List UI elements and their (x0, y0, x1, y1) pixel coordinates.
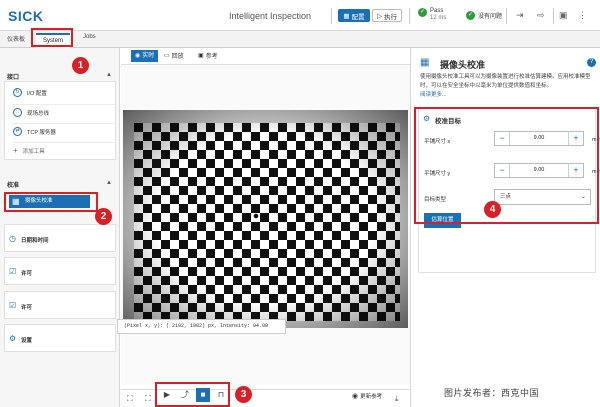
step-badge-4: 4 (484, 201, 501, 218)
sidebar-item-settings[interactable]: ⚙ 设置 (4, 324, 116, 352)
plus-icon: + (13, 146, 18, 155)
panel-description: 使用摄像头校准工具可以为摄像装置进行校准估算建模。应用校准模型时，可以在安全坐标… (420, 73, 598, 100)
calibration-section-title: 校准 (7, 183, 20, 189)
sidebar-item-datetime[interactable]: ◷ 日期和时间 (4, 224, 116, 252)
download-icon[interactable]: ⤓ (395, 393, 399, 404)
target-dot (298, 231, 304, 237)
sidebar-item-license-2[interactable]: ☑ 许可 (4, 291, 116, 319)
checkerboard-svg (123, 110, 408, 328)
run-button[interactable]: ▷ 执行 (372, 9, 402, 22)
step-badge-1: 1 (72, 57, 89, 74)
divider (409, 8, 410, 24)
read-more-link[interactable]: 阅读更多... (420, 92, 447, 98)
viewer-canvas[interactable] (121, 65, 410, 385)
logout-icon[interactable]: ⇨ (537, 11, 545, 20)
run-label: 执行 (384, 13, 397, 21)
interface-panel: ↻ I/O 配置 ∷ 现场总线 ⇄ TCP 服务器 + 添加工具 (4, 81, 117, 160)
checkerboard-image[interactable] (123, 110, 408, 328)
sidebar-item-label: 日期和时间 (21, 238, 49, 244)
tab-playback-label: 回放 (171, 54, 184, 60)
interface-section-title: 接口 (7, 75, 20, 81)
description-text: 使用摄像头校准工具可以为摄像装置进行校准估算建模。应用校准模型时，可以在安全坐标… (420, 74, 591, 89)
tab-reference[interactable]: ▣ 参考 (198, 51, 218, 60)
io-icon: ↻ (13, 88, 22, 97)
update-reference-button[interactable]: ◉ 更新参考 (352, 392, 382, 400)
sidebar-item-fieldbus[interactable]: ∷ 现场总线 (13, 108, 49, 117)
chevron-up-icon[interactable]: ▲ (106, 180, 112, 186)
clock-icon: ◷ (9, 234, 16, 243)
sidebar-item-label: 设置 (21, 338, 33, 344)
sidebar-item-io[interactable]: ↻ I/O 配置 (13, 88, 47, 97)
sidebar-item-label: 许可 (21, 305, 33, 311)
settings-icon: ⚙ (9, 334, 17, 343)
fullscreen-icon[interactable]: ⛶ (145, 393, 151, 404)
app-title: Intelligent Inspection (229, 11, 312, 21)
save-icon[interactable]: ▣ (559, 11, 568, 20)
more-vertical-icon[interactable]: ⋮ (578, 11, 587, 20)
login-icon[interactable]: ⇥ (516, 11, 524, 20)
highlight-box-2 (4, 192, 98, 212)
divider (331, 8, 332, 24)
no-issues-label: 没有问题 (478, 14, 503, 20)
divider (553, 8, 554, 24)
camera-icon: ◉ (352, 393, 359, 400)
sidebar: 接口 ▲ ↻ I/O 配置 ∷ 现场总线 ⇄ TCP 服务器 + 添加工具 校准… (0, 48, 120, 407)
highlight-box-4 (414, 107, 599, 224)
config-button[interactable]: ▦ 配置 (338, 9, 370, 22)
playback-icon: ▭ (164, 53, 170, 59)
check-icon: ✓ (466, 11, 475, 20)
tab-playback[interactable]: ▭ 回放 (164, 51, 184, 60)
step-badge-3: 3 (235, 386, 252, 403)
tab-live[interactable]: ◉ 实时 (131, 50, 159, 62)
image-icon: ▣ (198, 53, 204, 59)
config-icon: ▦ (343, 12, 350, 20)
sidebar-item-license[interactable]: ☑ 许可 (4, 257, 116, 285)
sidebar-item-label: 许可 (21, 271, 33, 277)
pass-time: 12 ms (430, 14, 447, 21)
viewer-tabs: ◉ 实时 ▭ 回放 ▣ 参考 (121, 48, 410, 65)
step-badge-2: 2 (95, 208, 112, 225)
sick-logo: SICK (8, 8, 44, 24)
add-tool-label: 添加工具 (22, 148, 45, 155)
sidebar-item-label: 现场总线 (27, 110, 50, 117)
update-reference-label: 更新参考 (360, 394, 383, 400)
sidebar-item-label: TCP 服务器 (27, 129, 56, 136)
tab-reference-label: 参考 (205, 54, 218, 60)
watermark: 图片发布者：西克中国 (444, 388, 540, 398)
top-bar: SICK Intelligent Inspection ▦ 配置 ▷ 执行 ✓ … (0, 0, 600, 31)
sidebar-item-label: I/O 配置 (27, 90, 47, 97)
divider (506, 8, 507, 24)
tab-jobs[interactable]: Jobs (83, 34, 96, 40)
divider (13, 123, 117, 124)
divider (13, 104, 117, 105)
pass-status: ✓ Pass 12 ms (418, 8, 446, 21)
license-icon: ☑ (9, 301, 17, 310)
tab-dashboard[interactable]: 仪表板 (7, 34, 25, 43)
license-icon: ☑ (9, 267, 17, 276)
camera-icon: ◉ (135, 53, 141, 59)
add-tool-button[interactable]: + 添加工具 (13, 146, 45, 155)
sidebar-item-tcp[interactable]: ⇄ TCP 服务器 (13, 127, 56, 136)
target-dot (253, 213, 259, 219)
pixel-readout: (Pixel x, y): ( 2192, 1982) px, Intensit… (117, 319, 286, 334)
fit-view-icon[interactable]: ⛶ (127, 393, 133, 404)
help-icon[interactable]: ? (587, 58, 596, 67)
highlight-box-1 (31, 28, 73, 47)
tcp-server-icon: ⇄ (13, 127, 22, 136)
no-issues-status: ✓ 没有问题 (466, 11, 502, 20)
highlight-box-3 (155, 382, 230, 407)
camera-calibration-panel: ▦ 摄像头校准 ? 使用摄像头校准工具可以为摄像装置进行校准估算建模。应用校准模… (410, 48, 600, 407)
panel-title: 摄像头校准 (440, 60, 486, 70)
fieldbus-icon: ∷ (13, 108, 22, 117)
play-circle-icon: ▷ (377, 12, 382, 20)
chevron-up-icon[interactable]: ▲ (106, 72, 112, 78)
calibration-icon: ▦ (420, 57, 430, 68)
config-label: 配置 (351, 13, 365, 21)
target-dot (244, 231, 250, 237)
tab-live-label: 实时 (142, 53, 155, 59)
check-icon: ✓ (418, 8, 427, 17)
image-viewer: ◉ 实时 ▭ 回放 ▣ 参考 (121, 48, 410, 407)
divider (13, 142, 117, 143)
main-tabs: 仪表板 System Jobs (0, 31, 600, 48)
